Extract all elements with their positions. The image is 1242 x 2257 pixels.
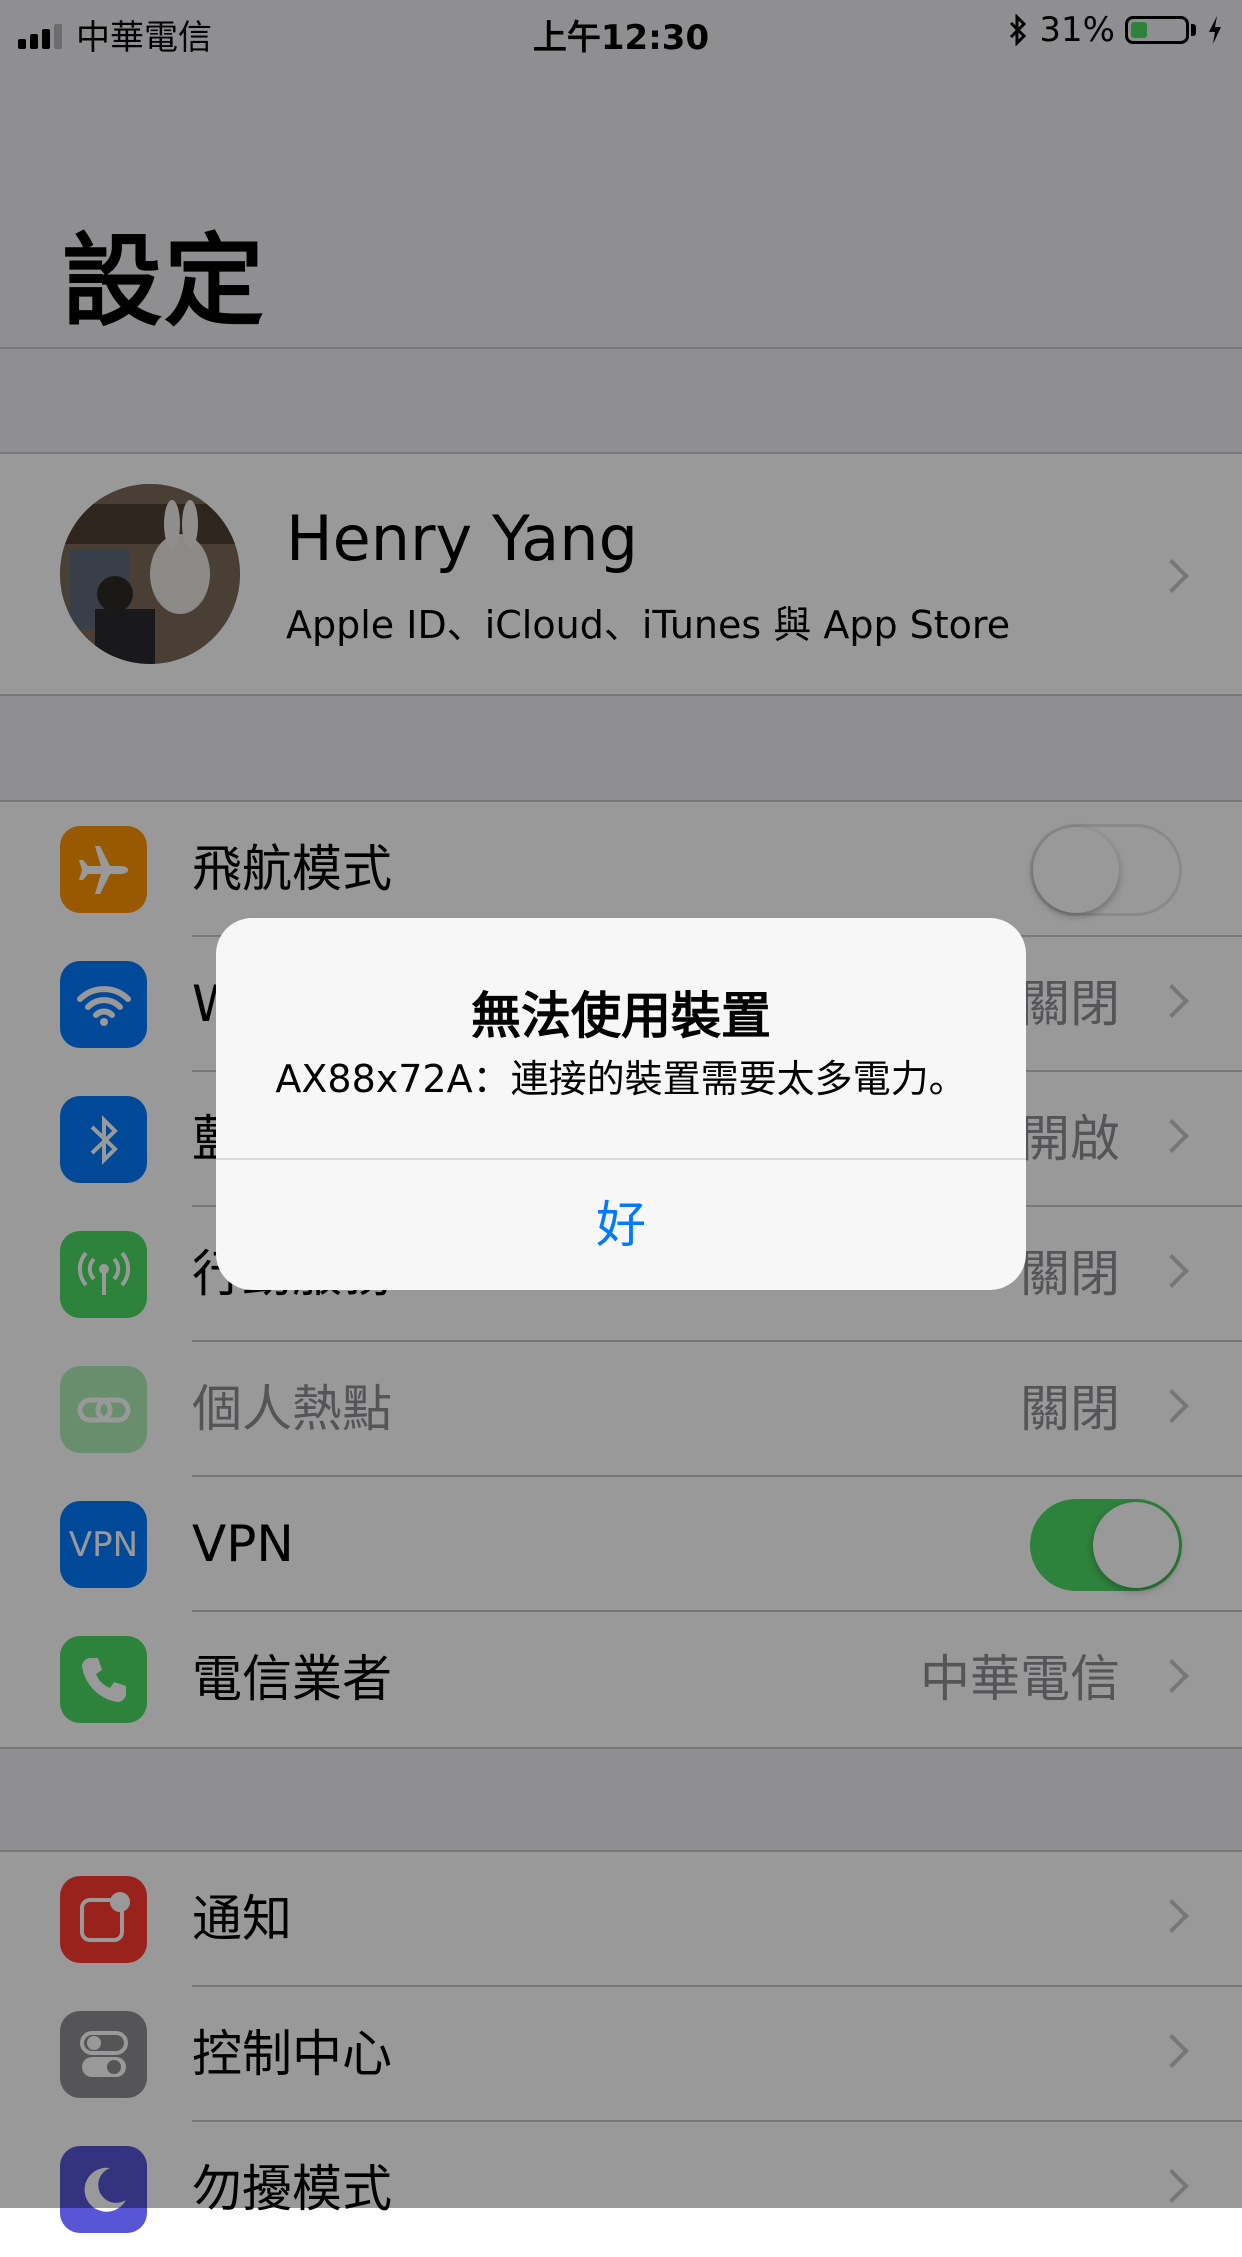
alert-ok-button[interactable]: 好 xyxy=(216,1160,1026,1290)
alert-message: AX88x72A：連接的裝置需要太多電力。 xyxy=(275,1057,967,1101)
alert-title: 無法使用裝置 xyxy=(471,987,771,1045)
settings-screen: 中華電信 上午12:30 31% 設定 Henry Yang Apple ID、… xyxy=(0,0,1242,2257)
alert-dialog: 無法使用裝置 AX88x72A：連接的裝置需要太多電力。 好 xyxy=(216,918,1026,1290)
